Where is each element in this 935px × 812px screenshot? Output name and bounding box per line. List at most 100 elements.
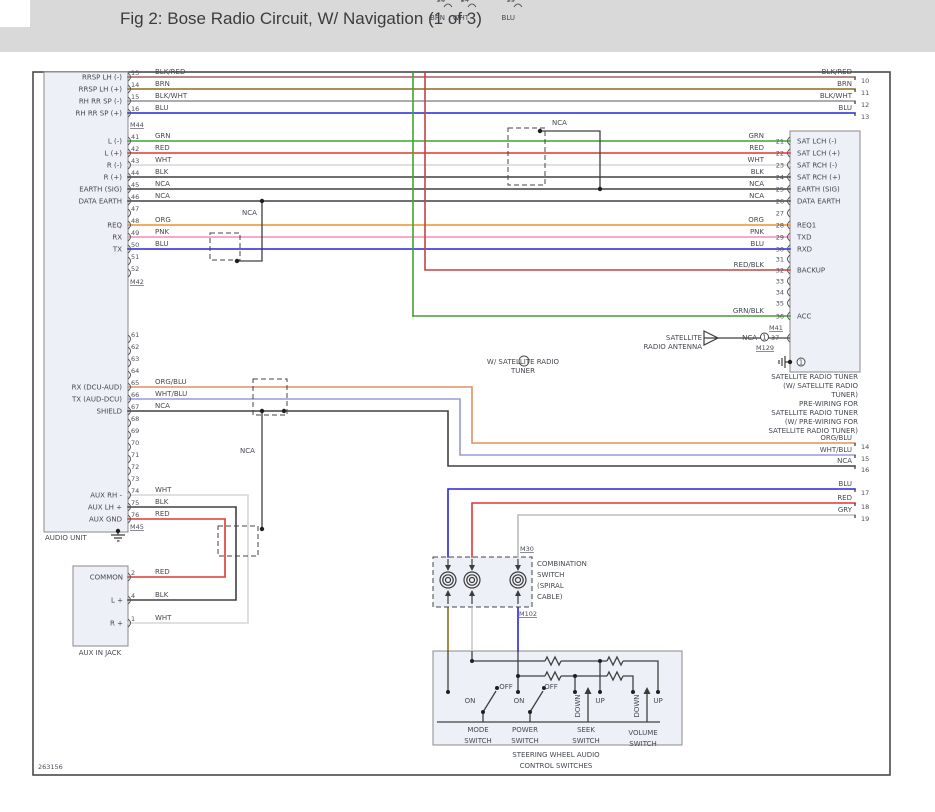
pin-row: 33: [776, 277, 790, 286]
svg-text:45: 45: [131, 181, 139, 189]
position-label: DOWN: [574, 694, 582, 717]
svg-text:SWITCH: SWITCH: [464, 737, 491, 745]
svg-text:RX (DCU-AUD): RX (DCU-AUD): [72, 384, 123, 392]
svg-text:WHT: WHT: [155, 486, 172, 494]
svg-text:RED/BLK: RED/BLK: [734, 261, 765, 269]
svg-text:13: 13: [131, 69, 139, 77]
wire-org-blu: [128, 387, 855, 443]
svg-text:51: 51: [131, 253, 139, 261]
tuner-caption-6: (W/ PRE-WIRING FOR: [785, 418, 858, 426]
svg-text:25: 25: [776, 186, 784, 194]
svg-text:COMMON: COMMON: [90, 574, 123, 582]
svg-text:10: 10: [861, 77, 869, 85]
svg-text:34: 34: [776, 289, 784, 297]
pin-row: 51: [128, 253, 139, 265]
svg-text:RED: RED: [749, 144, 764, 152]
wire-wht-blu: [128, 399, 855, 455]
svg-text:47: 47: [131, 205, 139, 213]
position-label: UP: [595, 697, 604, 705]
svg-text:52: 52: [131, 265, 139, 273]
svg-text:WHT: WHT: [155, 614, 172, 622]
svg-text:BRN: BRN: [155, 80, 170, 88]
pin-row: 69: [128, 427, 139, 439]
svg-text:31: 31: [776, 256, 784, 264]
tuner-caption-7: SATELLITE RADIO TUNER): [768, 427, 858, 435]
wire-label: NCA: [552, 119, 567, 127]
svg-text:WHT/BLU: WHT/BLU: [820, 446, 852, 454]
pin-row: 52: [128, 265, 139, 277]
svg-text:RXD: RXD: [797, 246, 812, 254]
wire-label: NCA: [240, 447, 255, 455]
svg-text:R (-): R (-): [107, 162, 122, 170]
svg-text:32: 32: [776, 267, 784, 275]
svg-text:ORG: ORG: [748, 216, 764, 224]
svg-text:16: 16: [131, 105, 139, 113]
svg-text:BLK: BLK: [155, 498, 169, 506]
svg-text:VOLUME: VOLUME: [628, 729, 657, 737]
connector-label-m102: M102: [519, 610, 537, 618]
svg-text:65: 65: [131, 379, 139, 387]
antenna-icon: [704, 331, 718, 345]
svg-text:SWITCH: SWITCH: [511, 737, 538, 745]
position-label: DOWN: [633, 694, 641, 717]
svg-text:BLK/RED: BLK/RED: [822, 68, 852, 76]
tuner-caption-2: (W/ SATELLITE RADIO: [783, 382, 858, 390]
svg-text:1: 1: [131, 615, 135, 623]
svg-text:62: 62: [131, 343, 139, 351]
svg-text:75: 75: [131, 499, 139, 507]
svg-text:64: 64: [131, 367, 139, 375]
pin-row: 31: [776, 255, 790, 264]
svg-text:71: 71: [131, 451, 139, 459]
svg-text:SAT RCH (+): SAT RCH (+): [797, 174, 841, 182]
svg-text:GRY: GRY: [838, 506, 853, 514]
svg-text:69: 69: [131, 427, 139, 435]
svg-text:70: 70: [131, 439, 139, 447]
svg-text:21: 21: [776, 138, 784, 146]
pin-row: 34: [776, 288, 790, 297]
svg-text:BLK/RED: BLK/RED: [155, 68, 185, 76]
svg-text:SWITCH: SWITCH: [629, 740, 656, 748]
svg-text:4: 4: [131, 592, 135, 600]
svg-text:SHIELD: SHIELD: [97, 408, 122, 416]
svg-text:PNK: PNK: [750, 228, 764, 236]
svg-text:RED: RED: [155, 144, 170, 152]
svg-text:76: 76: [131, 511, 139, 519]
svg-text:SAT RCH (-): SAT RCH (-): [797, 162, 837, 170]
pin-row: 27: [776, 209, 790, 218]
svg-text:67: 67: [131, 403, 139, 411]
tuner-caption-1: SATELLITE RADIO TUNER: [771, 373, 858, 381]
svg-text:SEEK: SEEK: [577, 726, 595, 734]
svg-text:BLU: BLU: [155, 240, 168, 248]
antenna-label-1: SATELLITE: [666, 334, 702, 342]
svg-text:68: 68: [131, 415, 139, 423]
svg-text:61: 61: [131, 331, 139, 339]
comb-caption-2: SWITCH: [537, 571, 564, 579]
wiring-diagram: 13 BLK/RED RRSP LH (-) 14 BRN RRSP LH (+…: [0, 0, 935, 812]
tuner-caption-3: TUNER): [830, 391, 858, 399]
svg-text:NCA: NCA: [155, 180, 170, 188]
svg-text:DATA EARTH: DATA EARTH: [797, 198, 840, 206]
svg-text:SAT LCH (-): SAT LCH (-): [797, 138, 837, 146]
position-label: ON: [465, 697, 476, 705]
svg-text:L (-): L (-): [108, 138, 122, 146]
svg-text:13: 13: [861, 113, 869, 121]
pin-row: 47: [128, 205, 139, 217]
svg-text:74: 74: [131, 487, 139, 495]
svg-text:ACC: ACC: [797, 313, 812, 321]
pin-row: 71: [128, 451, 139, 463]
pin-row: 63: [128, 355, 139, 367]
svg-text:R +: R +: [110, 620, 123, 628]
inline-connector-aux: [218, 526, 258, 556]
svg-text:MODE: MODE: [467, 726, 488, 734]
svg-text:46: 46: [131, 193, 139, 201]
svg-text:18: 18: [437, 0, 445, 3]
svg-text:36: 36: [776, 313, 784, 321]
svg-text:15: 15: [131, 93, 139, 101]
svg-text:REQ: REQ: [107, 222, 122, 230]
tuner-note-2: TUNER: [510, 367, 535, 375]
pin-row: 64: [128, 367, 139, 379]
svg-text:NCA: NCA: [155, 402, 170, 410]
inline-connectors: [210, 128, 545, 556]
svg-text:ORG/BLU: ORG/BLU: [820, 434, 852, 442]
svg-text:14: 14: [131, 81, 139, 89]
